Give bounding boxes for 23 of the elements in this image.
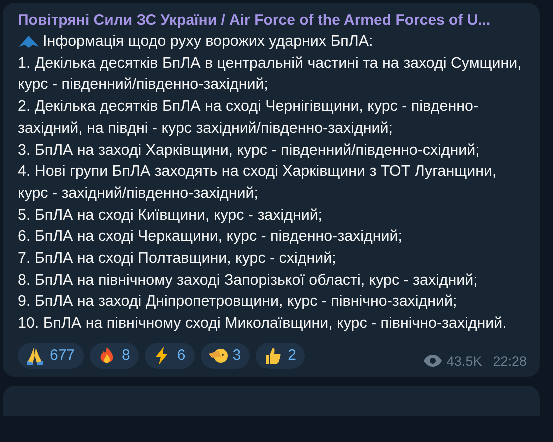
message-text: 5. БпЛА на сході Київщини, курс - західний; xyxy=(18,206,324,226)
message-text: 2. Декілька десятків БпЛА на сході Чернігівщини, курс - південно-західний, на півдні - курс західний/південно-західний; xyxy=(18,97,480,139)
reaction-button[interactable]: 2 xyxy=(256,342,306,369)
reaction-button[interactable]: 8 xyxy=(90,342,140,369)
message-text: 9. БпЛА на заході Дніпропетровщини, курс - північно-західний; xyxy=(18,292,458,312)
reaction-button[interactable]: 6 xyxy=(145,342,195,369)
drone-icon xyxy=(18,34,40,49)
reaction-button[interactable]: 677 xyxy=(18,342,84,369)
message-text: 1. Декілька десятків БпЛА в центральній частині та на заході Сумщини, курс - південний/південно-західний; xyxy=(18,54,523,96)
message-text: Інформація щодо руху ворожих ударних БпЛА: xyxy=(43,32,374,52)
message-text: 8. БпЛА на північному заході Запорізької області, курс - західний; xyxy=(18,270,479,291)
message-text: 6. БпЛА на сході Черкащини, курс - південно-західний; xyxy=(18,227,404,248)
message-time: 22:28 xyxy=(493,354,527,369)
message-text: 7. БпЛА на сході Полтавщини, курс - східний; xyxy=(18,249,338,270)
eye-icon xyxy=(424,355,442,368)
message-text: 4. Нові групи БпЛА заходять на сході Харківщини з ТОТ Луганщини, курс - західний/південно-західний; xyxy=(18,162,498,204)
view-count: 43.5K xyxy=(446,354,482,369)
channel-name[interactable]: Повітряні Сили ЗС України / Air Force of the Armed Forces of U... xyxy=(18,11,530,31)
thumbs-up-icon xyxy=(263,346,284,366)
message-text: 10. БпЛА на північному сході Миколаївщини, курс - північно-західний. xyxy=(18,314,508,334)
praying-hands-icon xyxy=(25,346,45,366)
message-text: 3. БпЛА на заході Харківщини, курс - південний/південно-східний; xyxy=(18,140,481,161)
reaction-button[interactable]: 3 xyxy=(200,342,250,369)
